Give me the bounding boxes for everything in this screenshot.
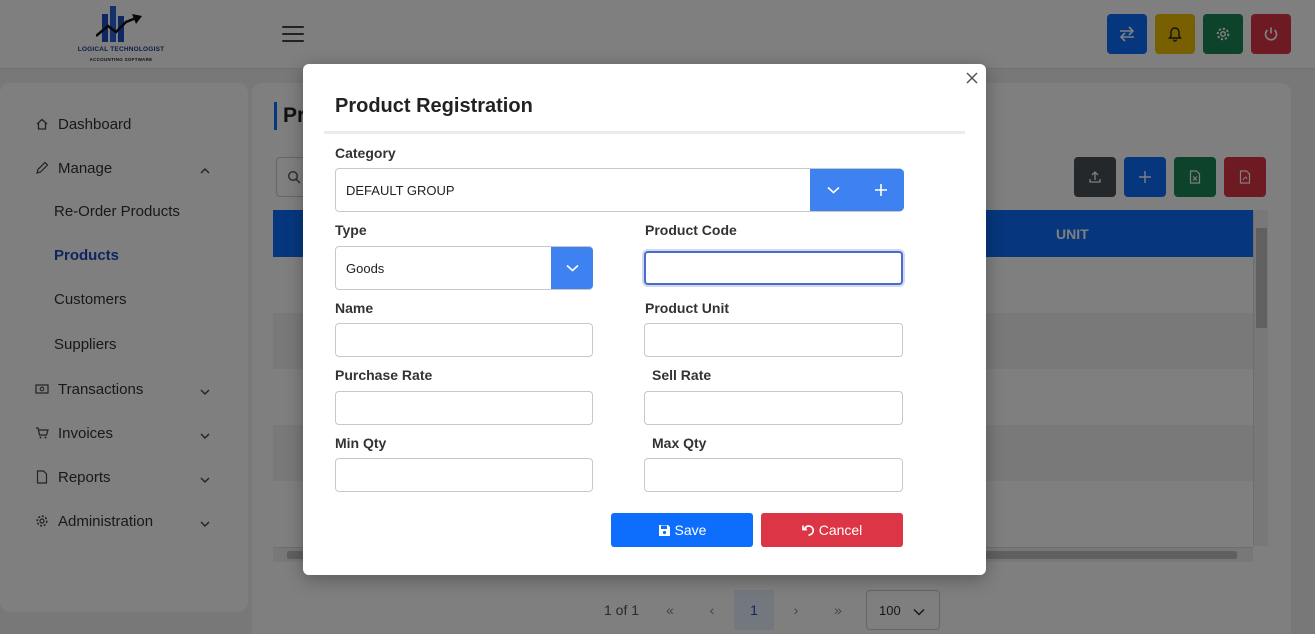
cancel-button-label: Cancel <box>818 522 863 538</box>
name-label: Name <box>335 300 374 316</box>
sell-rate-input[interactable] <box>644 391 903 425</box>
min-qty-label: Min Qty <box>335 435 387 451</box>
type-select[interactable]: Goods <box>335 246 593 290</box>
modal-title: Product Registration <box>335 95 533 117</box>
product-unit-label: Product Unit <box>645 300 729 316</box>
max-qty-label: Max Qty <box>652 435 707 451</box>
purchase-rate-input[interactable] <box>335 391 593 425</box>
save-button-label: Save <box>674 522 707 538</box>
type-dropdown-button[interactable] <box>551 247 593 289</box>
min-qty-input[interactable] <box>335 458 593 492</box>
divider <box>324 131 965 134</box>
product-registration-modal: Product Registration Category DEFAULT GR… <box>303 64 986 575</box>
save-button[interactable]: Save <box>611 513 753 547</box>
close-icon <box>966 72 978 84</box>
floppy-disk-icon <box>658 524 670 536</box>
name-input[interactable] <box>335 323 593 357</box>
close-button[interactable] <box>962 68 982 88</box>
product-code-label: Product Code <box>645 222 737 238</box>
chevron-down-icon <box>565 264 579 272</box>
max-qty-input[interactable] <box>644 458 903 492</box>
purchase-rate-label: Purchase Rate <box>335 367 433 383</box>
type-label: Type <box>335 222 367 238</box>
chevron-down-icon <box>827 186 840 194</box>
product-code-input[interactable] <box>644 251 903 285</box>
add-category-button[interactable] <box>857 169 904 211</box>
category-select[interactable]: DEFAULT GROUP <box>335 168 904 212</box>
category-label: Category <box>335 145 396 161</box>
type-value: Goods <box>346 260 385 276</box>
category-value: DEFAULT GROUP <box>346 182 455 198</box>
undo-icon <box>801 524 814 536</box>
sell-rate-label: Sell Rate <box>652 367 712 383</box>
cancel-button[interactable]: Cancel <box>761 513 903 547</box>
product-unit-input[interactable] <box>644 323 903 357</box>
category-dropdown-button[interactable] <box>810 169 857 211</box>
plus-icon <box>874 184 887 196</box>
